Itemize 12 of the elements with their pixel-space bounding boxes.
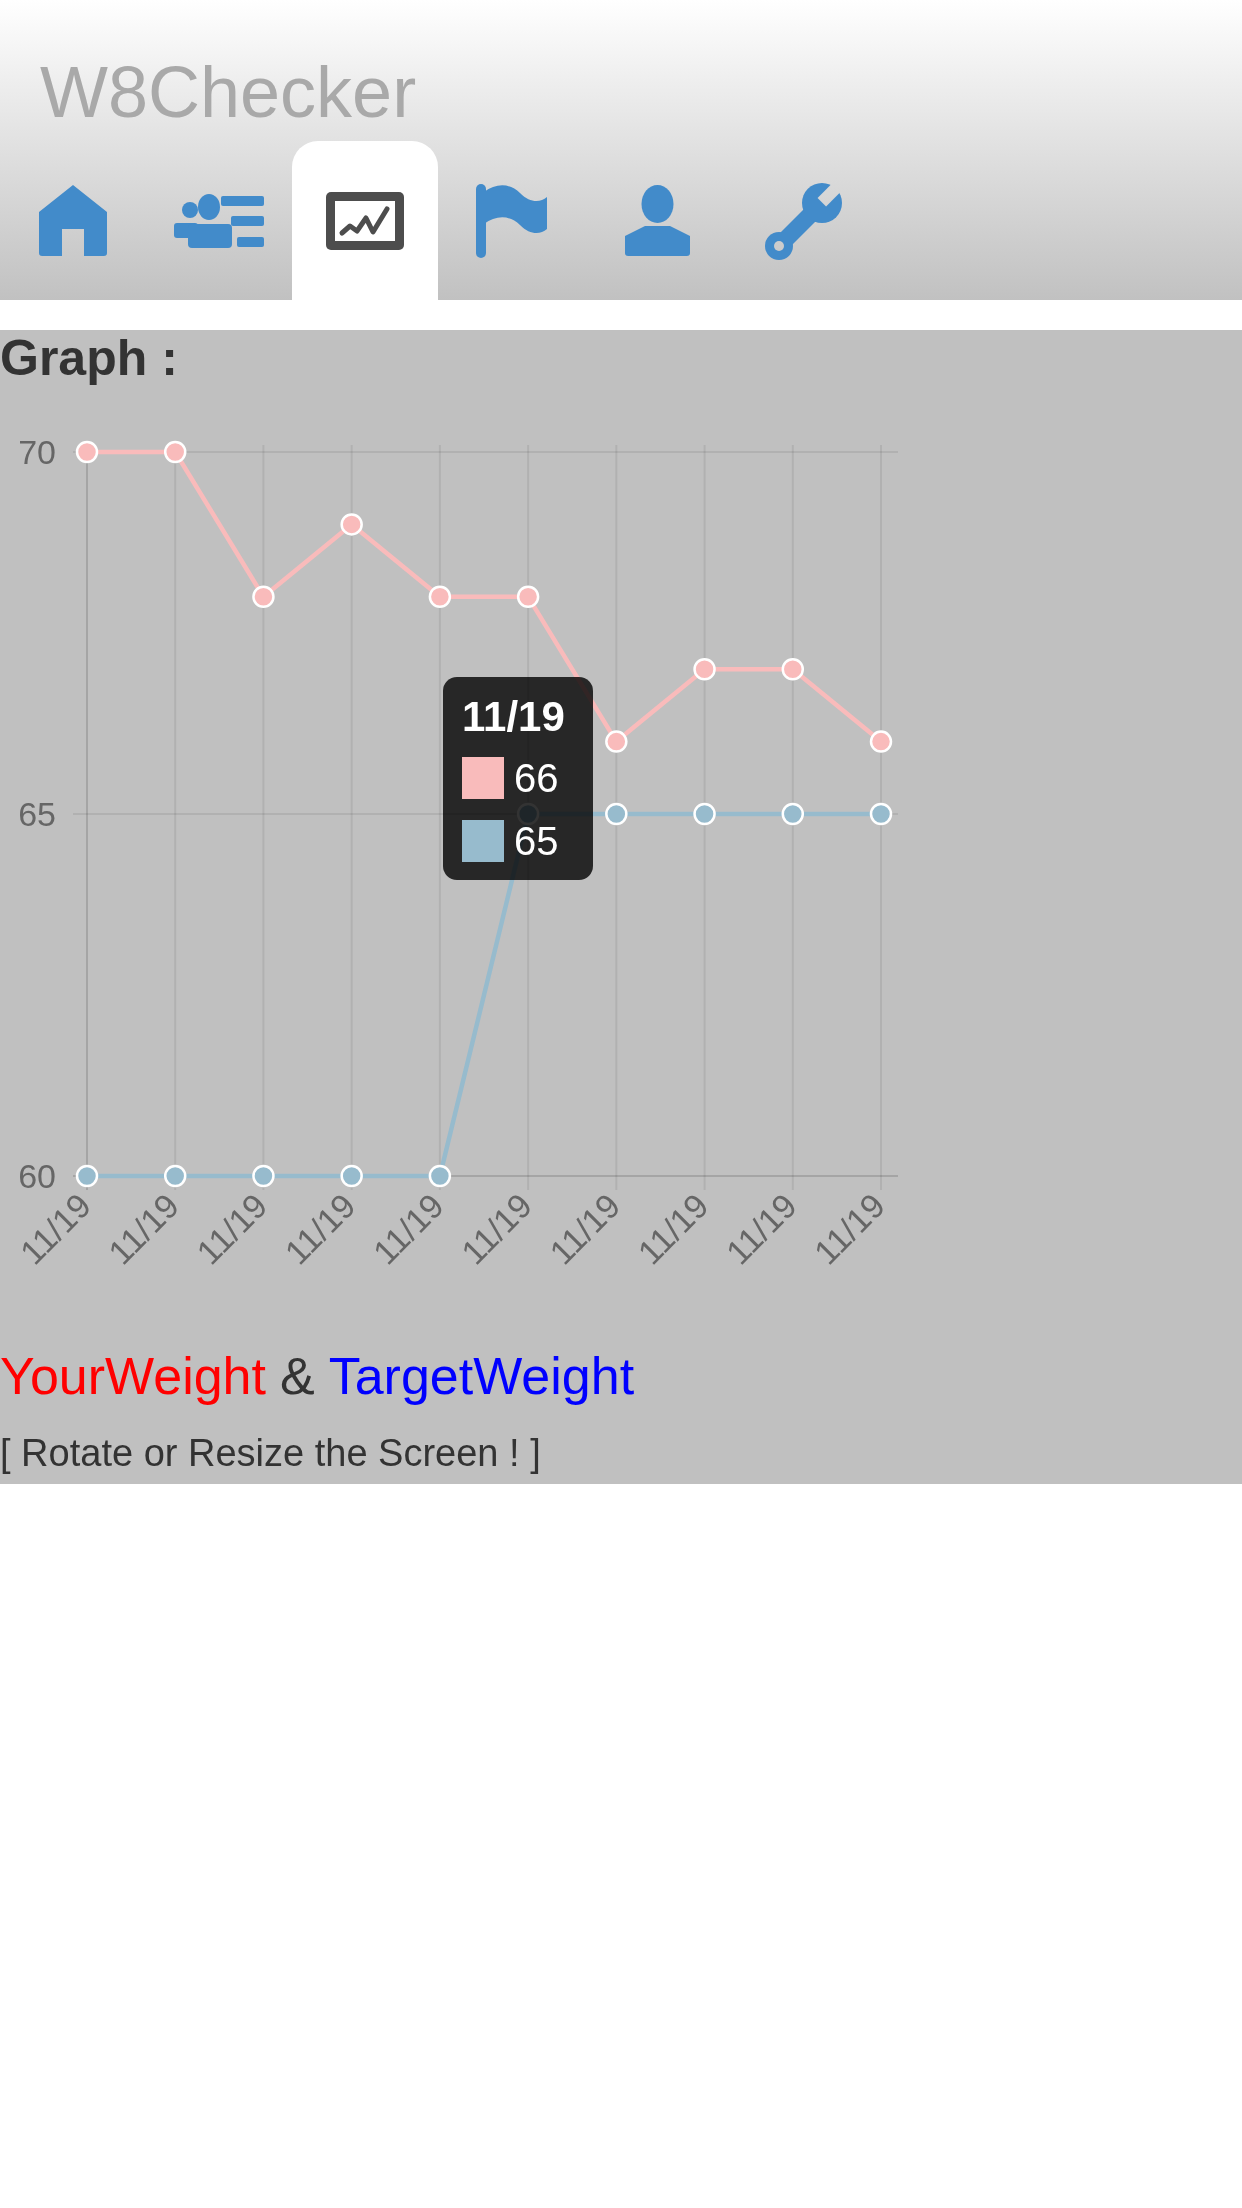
hint-text: [ Rotate or Resize the Screen ! ]	[0, 1431, 541, 1475]
tooltip-title: 11/19	[462, 692, 565, 742]
tooltip-value: 66	[514, 757, 559, 799]
section-heading: Graph :	[0, 330, 178, 386]
y-axis-label: 65	[18, 795, 56, 833]
y-axis-label: 60	[18, 1157, 56, 1195]
app-title: W8Checker	[40, 56, 417, 128]
legend-label: TargetWeight	[328, 1346, 635, 1406]
tooltip-value: 65	[514, 820, 559, 862]
legend-label: &	[279, 1346, 315, 1406]
y-axis-label: 70	[18, 433, 56, 471]
legend-label: YourWeight	[0, 1346, 266, 1406]
